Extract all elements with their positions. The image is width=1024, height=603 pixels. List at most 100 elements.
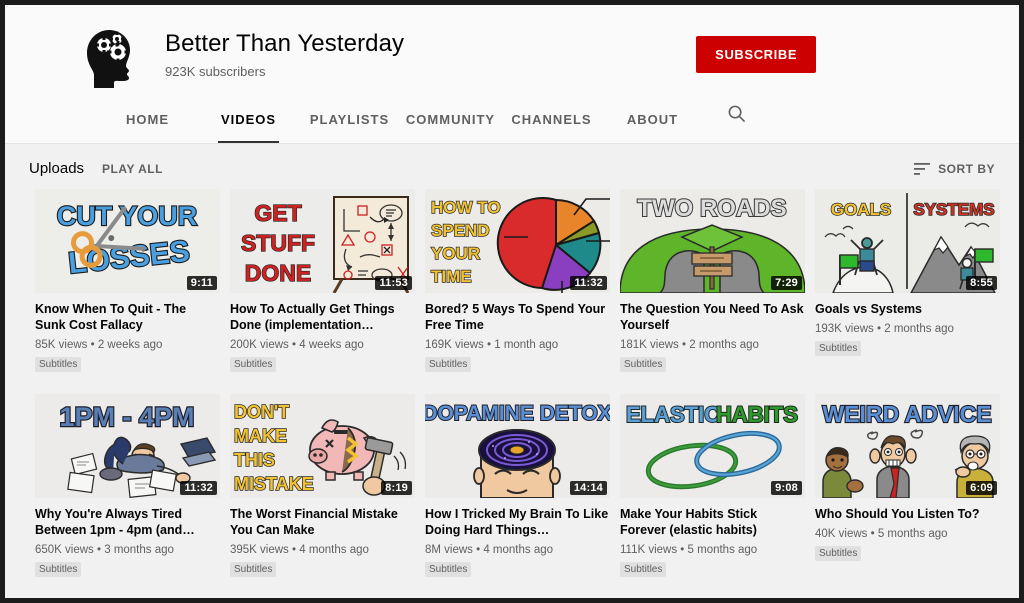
thumb-title: 1PM - 4PM xyxy=(59,402,194,432)
thumb-line-3: THIS xyxy=(234,450,275,470)
video-duration: 11:32 xyxy=(180,481,217,495)
video-thumbnail[interactable]: GOALS SYSTEMS 8:55 xyxy=(815,189,1000,293)
video-duration: 9:08 xyxy=(771,481,802,495)
video-title[interactable]: Goals vs Systems xyxy=(815,301,1000,317)
video-thumbnail[interactable]: GET STUFF DONE 11:53 xyxy=(230,189,415,293)
thumb-title: DOPAMINE DETOX xyxy=(425,402,610,425)
video-duration: 11:32 xyxy=(570,276,607,290)
video-thumbnail[interactable]: CUT YOUR LOSSES 9:11 xyxy=(35,189,220,293)
video-title[interactable]: How To Actually Get Things Done (impleme… xyxy=(230,301,415,333)
videos-content: Uploads PLAY ALL SORT BY CUT YOUR LOSSES… xyxy=(5,144,1019,598)
channel-name: Better Than Yesterday xyxy=(165,30,405,57)
video-duration: 11:53 xyxy=(375,276,412,290)
video-title[interactable]: Who Should You Listen To? xyxy=(815,506,1000,522)
laptop xyxy=(179,437,217,467)
thumb-line-2: SPEND xyxy=(431,221,490,240)
video-card[interactable]: DOPAMINE DETOX 14:14 How I Tricked My Br… xyxy=(425,394,610,577)
thumb-line-1: HOW TO xyxy=(431,198,501,217)
video-meta: 395K views • 4 months ago xyxy=(230,544,369,556)
thumb-line-4: TIME xyxy=(431,267,472,286)
subtitles-badge: Subtitles xyxy=(815,341,862,356)
youtube-channel-page: Better Than Yesterday 923K subscribers S… xyxy=(0,0,1024,603)
thumb-line-2: MAKE xyxy=(234,426,287,446)
video-card[interactable]: GOALS SYSTEMS 8:55 Goals vs Systems 193K… xyxy=(815,189,1000,372)
channel-tabs: HOME VIDEOS PLAYLISTS COMMUNITY CHANNELS… xyxy=(5,97,1019,143)
video-thumbnail[interactable]: HOW TO SPEND YOUR TIME 11:32 xyxy=(425,189,610,293)
sort-by-button[interactable]: SORT BY xyxy=(914,162,995,176)
thumb-line-1: GET xyxy=(254,200,301,226)
search-icon[interactable] xyxy=(713,97,759,143)
thumb-line-2: STUFF xyxy=(241,230,315,256)
tab-playlists[interactable]: PLAYLISTS xyxy=(299,97,400,143)
video-card[interactable]: WEIRD ADVICE 6:09 Who Should You Listen … xyxy=(815,394,1000,577)
tab-home[interactable]: HOME xyxy=(97,97,198,143)
video-meta: 181K views • 2 months ago xyxy=(620,339,759,351)
video-duration: 8:19 xyxy=(381,481,412,495)
video-card[interactable]: DON'T MAKE THIS MISTAKE 8:19 The Worst F… xyxy=(230,394,415,577)
video-thumbnail[interactable]: ELASTIC HABITS 9:08 xyxy=(620,394,805,498)
video-meta: 200K views • 4 weeks ago xyxy=(230,339,364,351)
subtitles-badge: Subtitles xyxy=(425,562,472,577)
thumb-line-3: DONE xyxy=(245,260,311,286)
tab-channels[interactable]: CHANNELS xyxy=(501,97,602,143)
tab-about[interactable]: ABOUT xyxy=(602,97,703,143)
subtitles-badge: Subtitles xyxy=(620,357,667,372)
video-meta: 650K views • 3 months ago xyxy=(35,544,174,556)
video-meta: 8M views • 4 months ago xyxy=(425,544,554,556)
video-meta: 111K views • 5 months ago xyxy=(620,544,758,556)
thumb-line-1: DON'T xyxy=(234,402,289,422)
uploads-bar: Uploads PLAY ALL SORT BY xyxy=(5,144,1019,187)
thumb-line-3: YOUR xyxy=(431,244,480,263)
channel-identity-row: Better Than Yesterday 923K subscribers S… xyxy=(5,19,1019,97)
video-thumbnail[interactable]: DON'T MAKE THIS MISTAKE 8:19 xyxy=(230,394,415,498)
subtitles-badge: Subtitles xyxy=(35,562,82,577)
video-card[interactable]: GET STUFF DONE 11:53 How To Actually Get… xyxy=(230,189,415,372)
video-card[interactable]: ELASTIC HABITS 9:08 Make Your Habits Sti… xyxy=(620,394,805,577)
video-thumbnail[interactable]: TWO ROADS 7:29 xyxy=(620,189,805,293)
thumb-word-1: ELASTIC xyxy=(626,402,720,427)
thumb-title: TWO ROADS xyxy=(637,195,786,222)
video-title[interactable]: Bored? 5 Ways To Spend Your Free Time xyxy=(425,301,610,333)
thumb-line-4: MISTAKE xyxy=(234,474,314,494)
subscribe-button[interactable]: SUBSCRIBE xyxy=(696,36,817,73)
channel-avatar[interactable] xyxy=(73,19,143,89)
tab-videos[interactable]: VIDEOS xyxy=(198,97,299,143)
tab-community[interactable]: COMMUNITY xyxy=(400,97,501,143)
video-card[interactable]: TWO ROADS 7:29 The Question You Need To … xyxy=(620,189,805,372)
head-with-gears-icon xyxy=(87,30,130,88)
video-title[interactable]: How I Tricked My Brain To Like Doing Har… xyxy=(425,506,610,538)
video-title[interactable]: Make Your Habits Stick Forever (elastic … xyxy=(620,506,805,538)
video-thumbnail[interactable]: DOPAMINE DETOX 14:14 xyxy=(425,394,610,498)
video-card[interactable]: CUT YOUR LOSSES 9:11 Know When To Quit -… xyxy=(35,189,220,372)
subtitles-badge: Subtitles xyxy=(815,546,862,561)
thumb-title: WEIRD ADVICE xyxy=(822,401,991,427)
video-title[interactable]: Know When To Quit - The Sunk Cost Fallac… xyxy=(35,301,220,333)
thumb-left-title: GOALS xyxy=(831,200,891,219)
video-title[interactable]: Why You're Always Tired Between 1pm - 4p… xyxy=(35,506,220,538)
video-meta: 193K views • 2 months ago xyxy=(815,323,954,335)
subtitles-badge: Subtitles xyxy=(35,357,82,372)
video-grid: CUT YOUR LOSSES 9:11 Know When To Quit -… xyxy=(5,187,1019,577)
video-card[interactable]: HOW TO SPEND YOUR TIME 11:32 Bored? 5 Wa… xyxy=(425,189,610,372)
video-card[interactable]: 1PM - 4PM 11:32 Why You're Always Tired … xyxy=(35,394,220,577)
video-duration: 9:11 xyxy=(186,276,217,290)
video-thumbnail[interactable]: 1PM - 4PM 11:32 xyxy=(35,394,220,498)
thumb-right-title: SYSTEMS xyxy=(913,200,994,219)
sort-by-label: SORT BY xyxy=(938,161,995,176)
subtitles-badge: Subtitles xyxy=(230,562,277,577)
video-meta: 169K views • 1 month ago xyxy=(425,339,559,351)
uploads-title: Uploads xyxy=(29,160,85,177)
subscriber-count: 923K subscribers xyxy=(165,64,266,79)
video-duration: 14:14 xyxy=(569,481,607,495)
video-title[interactable]: The Worst Financial Mistake You Can Make xyxy=(230,506,415,538)
video-duration: 6:09 xyxy=(966,481,997,495)
video-meta: 40K views • 5 months ago xyxy=(815,528,948,540)
subtitles-badge: Subtitles xyxy=(620,562,667,577)
sort-icon xyxy=(914,162,931,175)
play-all-button[interactable]: PLAY ALL xyxy=(102,162,163,176)
video-duration: 8:55 xyxy=(966,276,997,290)
video-thumbnail[interactable]: WEIRD ADVICE 6:09 xyxy=(815,394,1000,498)
thumb-line-1: CUT YOUR xyxy=(57,201,198,231)
channel-info: Better Than Yesterday 923K subscribers xyxy=(165,19,404,79)
video-title[interactable]: The Question You Need To Ask Yourself xyxy=(620,301,805,333)
